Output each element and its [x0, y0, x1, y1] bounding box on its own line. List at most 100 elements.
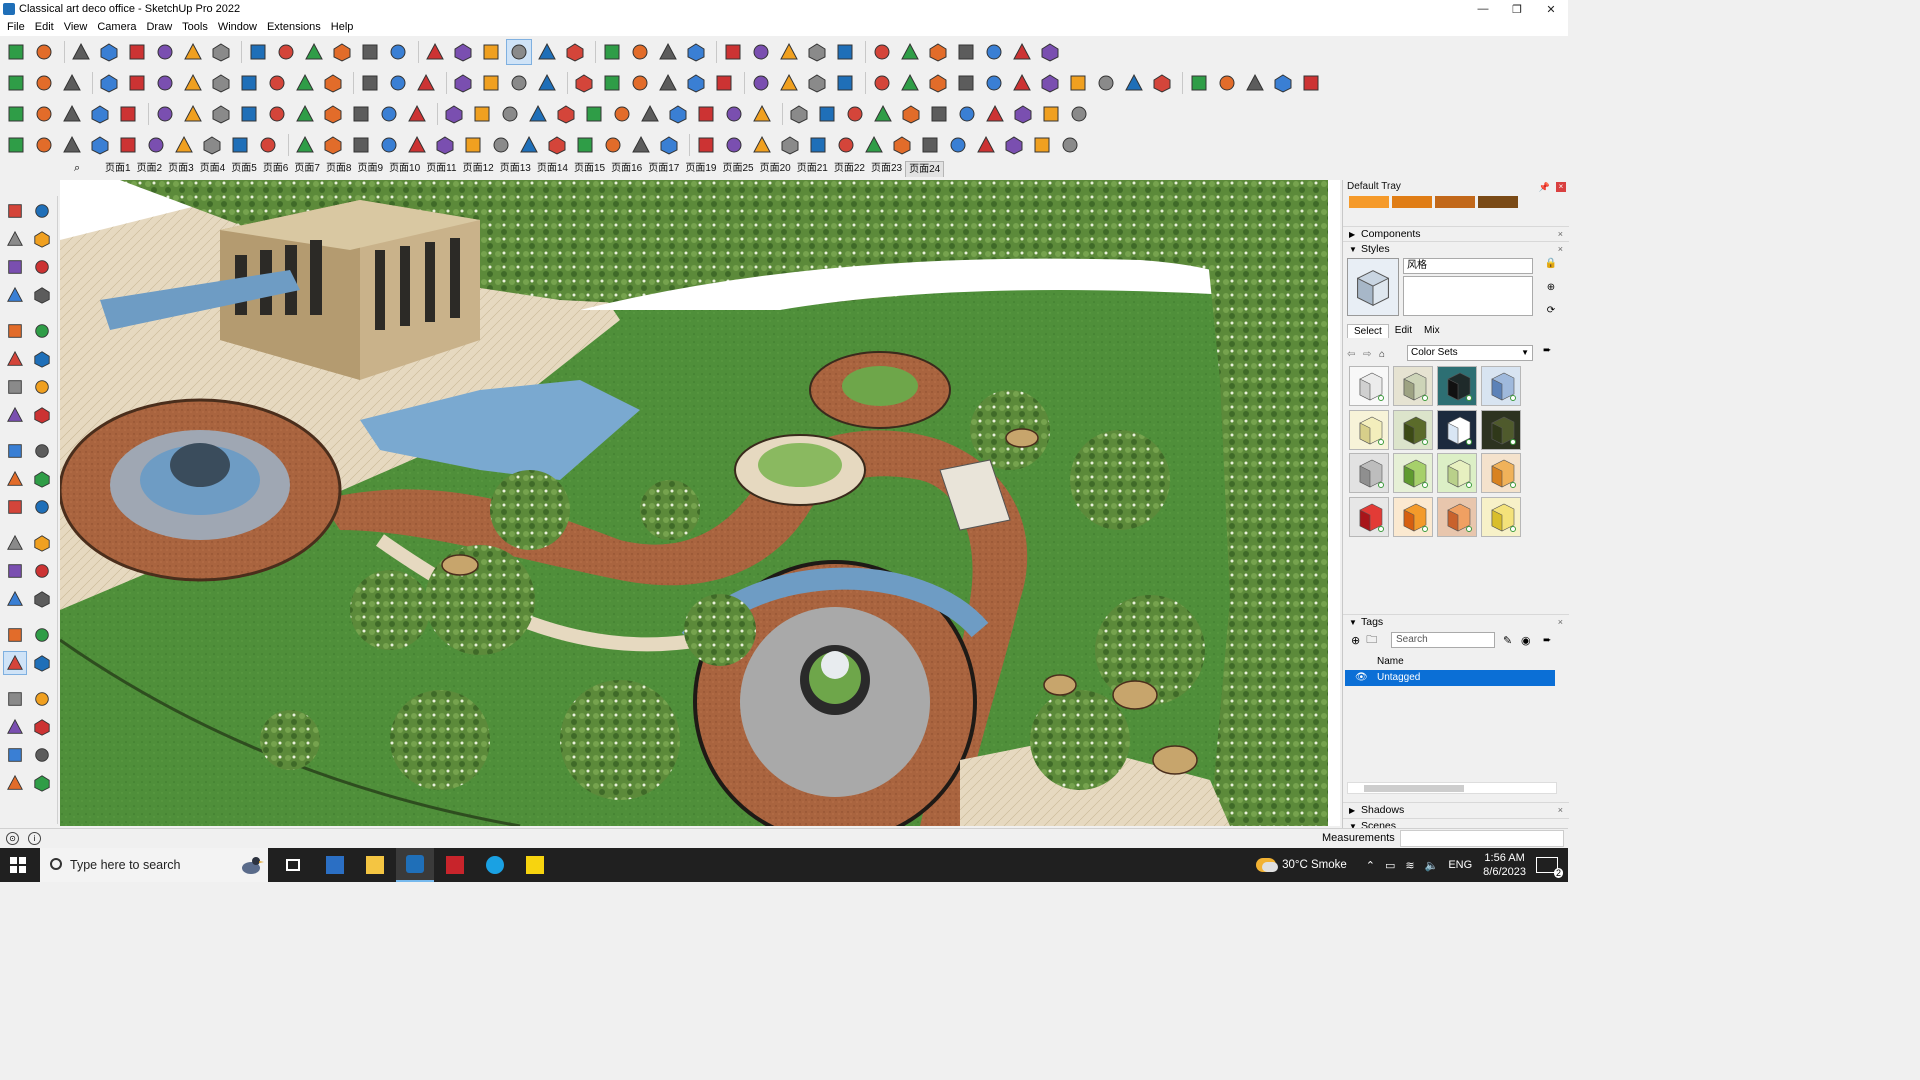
- menu-view[interactable]: View: [59, 21, 93, 33]
- row1-tool-icon-8[interactable]: [209, 40, 233, 64]
- row2-tool-icon-31[interactable]: [898, 71, 922, 95]
- row2-tool-icon-18[interactable]: [507, 71, 531, 95]
- row4-tool-icon-4[interactable]: [88, 133, 112, 157]
- row3-tool-icon-3[interactable]: [60, 102, 84, 126]
- row1-tool-icon-3[interactable]: [69, 40, 93, 64]
- row4-tool-icon-13[interactable]: [349, 133, 373, 157]
- large-tool-icon-5[interactable]: [4, 256, 26, 278]
- row2-tool-icon-8[interactable]: [209, 71, 233, 95]
- large-tool-icon-30[interactable]: [31, 624, 53, 646]
- scene-tab[interactable]: 页面5: [228, 161, 260, 177]
- row4-tool-icon-14[interactable]: [377, 133, 401, 157]
- row2-tool-icon-39[interactable]: [1122, 71, 1146, 95]
- row2-tool-icon-7[interactable]: [181, 71, 205, 95]
- large-tool-icon-23[interactable]: [4, 532, 26, 554]
- row1-tool-icon-7[interactable]: [181, 40, 205, 64]
- minimize-button[interactable]: —: [1466, 0, 1500, 18]
- row3-tool-icon-17[interactable]: [470, 102, 494, 126]
- row2-tool-icon-45[interactable]: [1299, 71, 1323, 95]
- style-description-field[interactable]: [1403, 276, 1533, 316]
- row4-tool-icon-18[interactable]: [489, 133, 513, 157]
- row4-tool-icon-22[interactable]: [601, 133, 625, 157]
- row2-tool-icon-37[interactable]: [1066, 71, 1090, 95]
- row4-tool-icon-21[interactable]: [573, 133, 597, 157]
- large-tool-icon-15[interactable]: [4, 404, 26, 426]
- pencil-icon[interactable]: ✎: [1503, 634, 1512, 647]
- tab-select[interactable]: Select: [1347, 324, 1389, 338]
- style-thumbnail-item[interactable]: [1481, 453, 1521, 493]
- large-tool-icon-31[interactable]: [3, 651, 27, 675]
- tab-mix[interactable]: Mix: [1418, 324, 1446, 338]
- add-tag-folder-icon[interactable]: 🗀: [1366, 631, 1377, 650]
- row1-tool-icon-25[interactable]: [721, 40, 745, 64]
- style-thumbnail-item[interactable]: [1393, 409, 1433, 450]
- row4-tool-icon-19[interactable]: [517, 133, 541, 157]
- row3-tool-icon-22[interactable]: [610, 102, 634, 126]
- large-tool-icon-18[interactable]: [31, 440, 53, 462]
- row1-tool-icon-24[interactable]: [684, 40, 708, 64]
- large-tool-icon-26[interactable]: [31, 560, 53, 582]
- large-tool-icon-3[interactable]: [4, 228, 26, 250]
- scene-tab[interactable]: 页面17: [645, 161, 682, 177]
- row4-tool-icon-9[interactable]: [228, 133, 252, 157]
- language-indicator[interactable]: ENG: [1448, 859, 1472, 871]
- row2-tool-icon-15[interactable]: [414, 71, 438, 95]
- style-thumbnail-item[interactable]: [1349, 496, 1389, 537]
- sticky-notes-app-icon[interactable]: [516, 848, 554, 882]
- row3-tool-icon-25[interactable]: [694, 102, 718, 126]
- home-icon[interactable]: ⌂: [1379, 349, 1395, 360]
- row2-tool-icon-14[interactable]: [386, 71, 410, 95]
- row3-tool-icon-8[interactable]: [209, 102, 233, 126]
- large-tool-icon-38[interactable]: [31, 744, 53, 766]
- row1-tool-icon-18[interactable]: [506, 38, 532, 65]
- scene-tab[interactable]: 页面9: [355, 161, 387, 177]
- row1-tool-icon-6[interactable]: [153, 40, 177, 64]
- network-icon[interactable]: ▭: [1385, 859, 1395, 872]
- pin-icon[interactable]: 📌: [1539, 180, 1550, 194]
- scene-tab[interactable]: 页面4: [197, 161, 229, 177]
- scenes-panel-header[interactable]: ▼ Scenes: [1343, 818, 1569, 828]
- large-tool-icon-13[interactable]: [4, 376, 26, 398]
- row4-tool-icon-33[interactable]: [918, 133, 942, 157]
- row2-tool-icon-27[interactable]: [777, 71, 801, 95]
- row4-tool-icon-24[interactable]: [657, 133, 681, 157]
- scene-tab[interactable]: 页面23: [868, 161, 905, 177]
- clock[interactable]: 1:56 AM 8/6/2023: [1483, 851, 1526, 879]
- notifications-icon[interactable]: [1536, 857, 1564, 878]
- row4-tool-icon-1[interactable]: [4, 133, 28, 157]
- scene-tab[interactable]: 页面1: [102, 161, 134, 177]
- style-thumbnail-item[interactable]: [1437, 453, 1477, 493]
- row2-tool-icon-36[interactable]: [1038, 71, 1062, 95]
- eye-icon[interactable]: 👁: [1355, 670, 1368, 686]
- large-tool-icon-20[interactable]: [31, 468, 53, 490]
- row2-tool-icon-1[interactable]: [4, 71, 28, 95]
- large-tool-icon-24[interactable]: [31, 532, 53, 554]
- material-swatch[interactable]: [1435, 196, 1475, 208]
- row2-tool-icon-41[interactable]: [1187, 71, 1211, 95]
- material-swatch[interactable]: [1478, 196, 1518, 208]
- row2-tool-icon-40[interactable]: [1150, 71, 1174, 95]
- row1-tool-icon-12[interactable]: [330, 40, 354, 64]
- large-tool-icon-25[interactable]: [4, 560, 26, 582]
- row1-tool-icon-10[interactable]: [274, 40, 298, 64]
- row2-tool-icon-29[interactable]: [833, 71, 857, 95]
- scene-tab[interactable]: 页面15: [571, 161, 608, 177]
- row1-tool-icon-31[interactable]: [898, 40, 922, 64]
- tray-horizontal-scrollbar[interactable]: [1347, 782, 1557, 794]
- large-tool-icon-35[interactable]: [4, 716, 26, 738]
- large-tool-icon-11[interactable]: [4, 348, 26, 370]
- row3-tool-icon-23[interactable]: [638, 102, 662, 126]
- row1-tool-icon-5[interactable]: [125, 40, 149, 64]
- row3-tool-icon-33[interactable]: [927, 102, 951, 126]
- row3-tool-icon-11[interactable]: [293, 102, 317, 126]
- large-tool-icon-8[interactable]: [31, 284, 53, 306]
- style-thumbnail-item[interactable]: [1393, 496, 1433, 537]
- scene-tab[interactable]: 页面7: [291, 161, 323, 177]
- components-close-icon[interactable]: ×: [1558, 227, 1563, 242]
- chevron-up-icon[interactable]: ⌃: [1366, 859, 1375, 872]
- row4-tool-icon-36[interactable]: [1002, 133, 1026, 157]
- row3-tool-icon-35[interactable]: [983, 102, 1007, 126]
- row2-tool-icon-28[interactable]: [805, 71, 829, 95]
- large-tool-icon-37[interactable]: [4, 744, 26, 766]
- row2-tool-icon-20[interactable]: [572, 71, 596, 95]
